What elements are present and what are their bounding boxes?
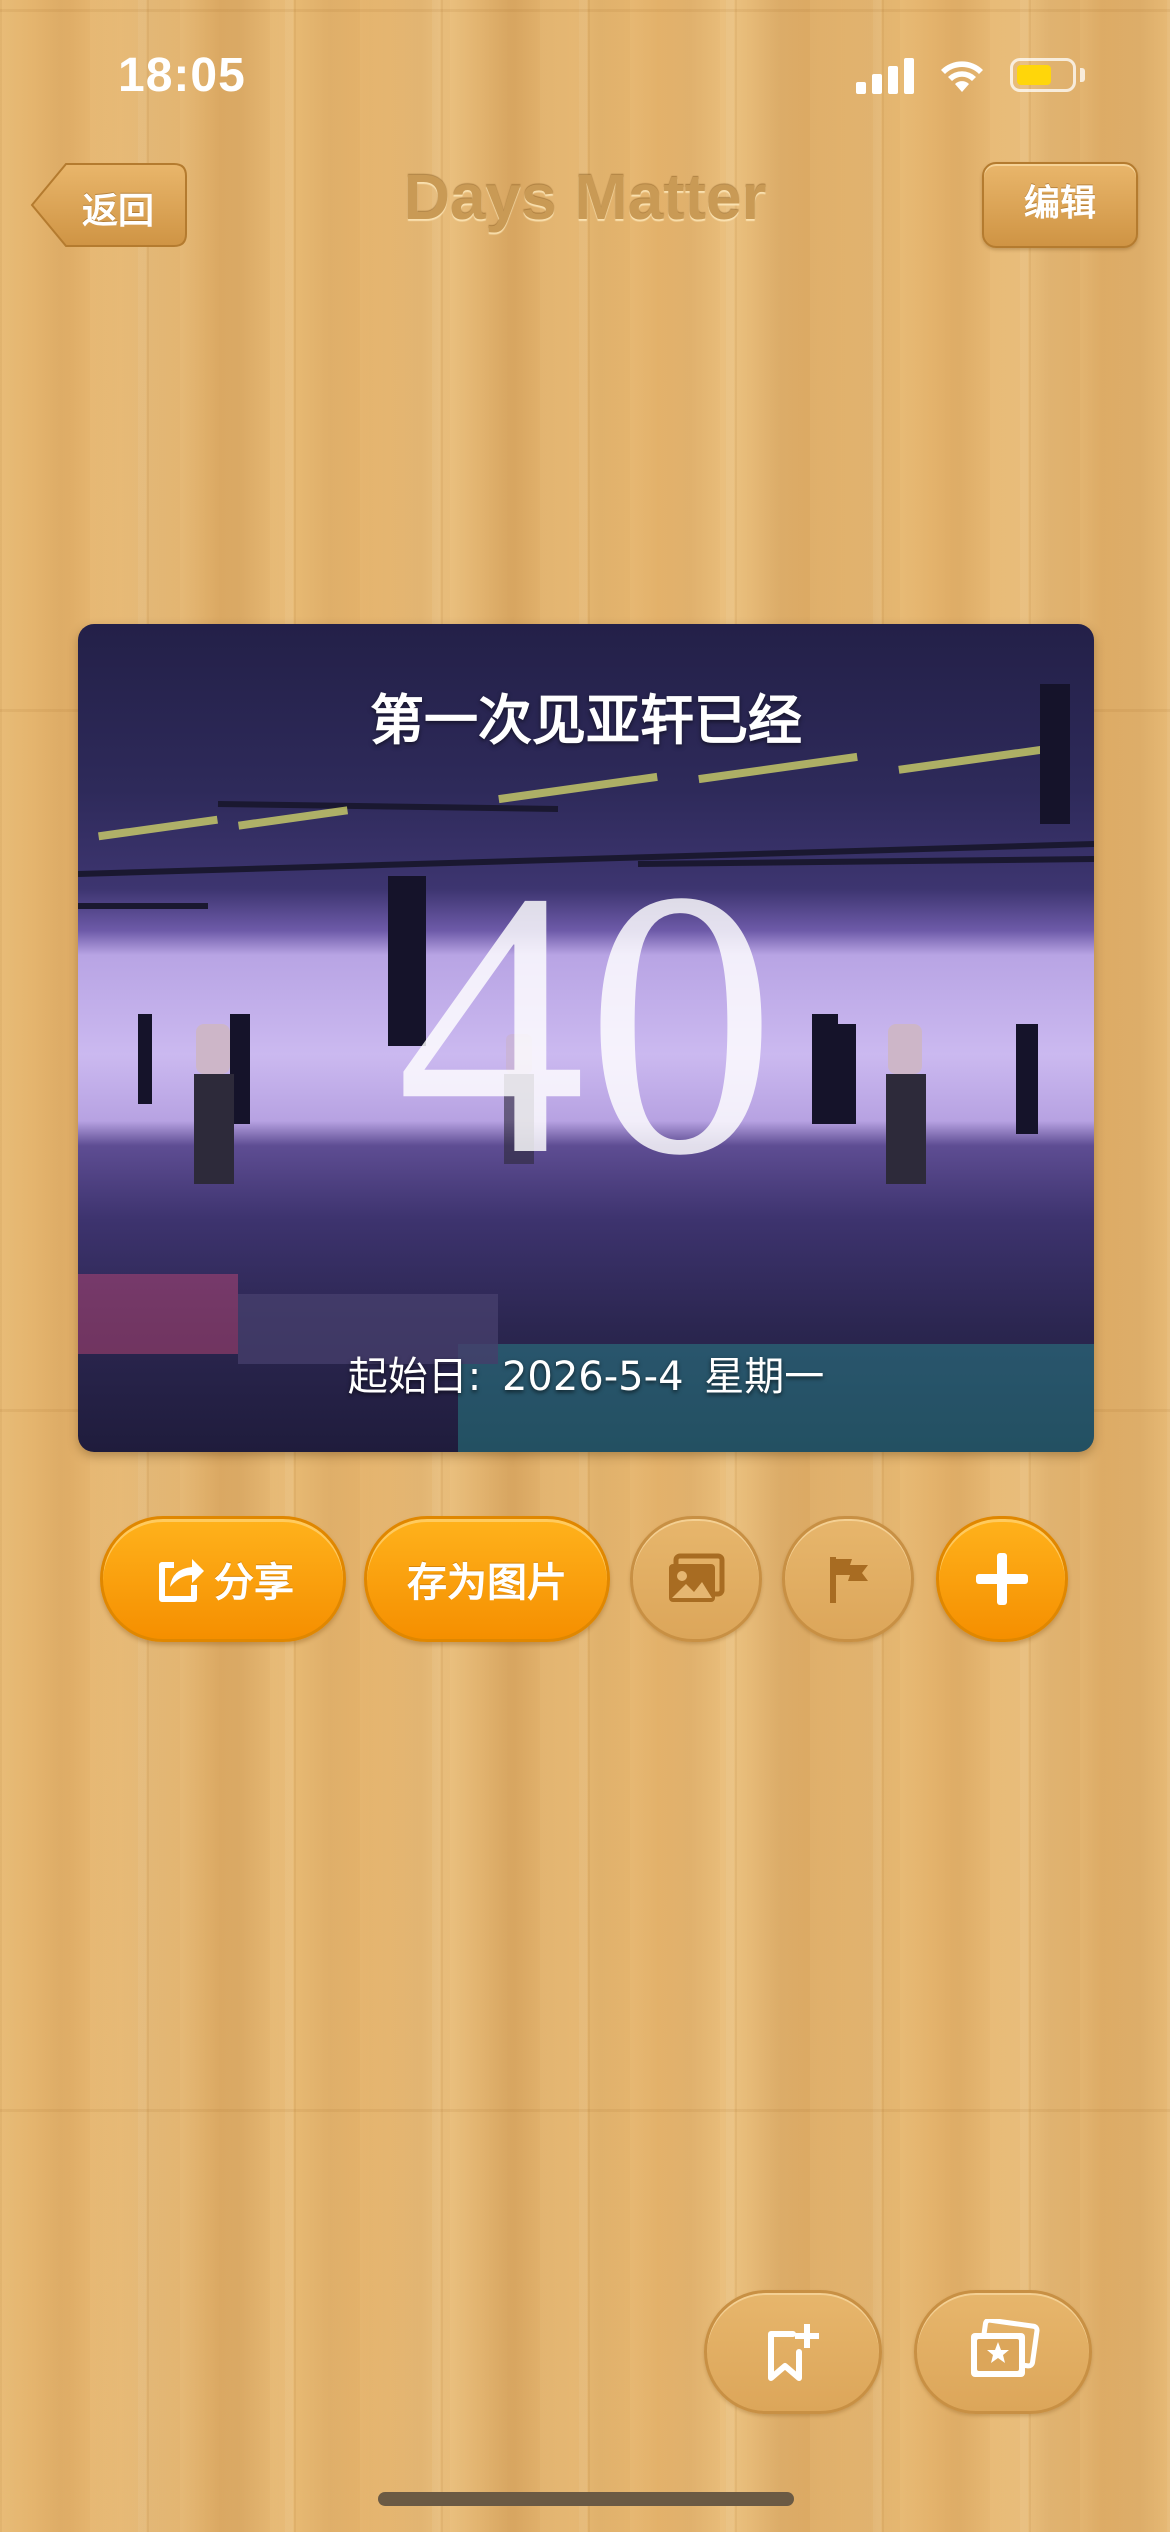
photo-cards-button[interactable]: [914, 2290, 1092, 2414]
days-count: 40: [396, 813, 776, 1234]
share-label: 分享: [214, 1560, 294, 1606]
plus-icon: [976, 1553, 1028, 1605]
status-time: 18:05: [118, 49, 246, 102]
start-date-label: 起始日:: [347, 1354, 482, 1400]
countdown-card[interactable]: 第一次见亚轩已经 40 起始日: 2026-5-4 星期一: [78, 624, 1094, 1452]
add-button[interactable]: [936, 1516, 1068, 1642]
event-title: 第一次见亚轩已经: [370, 689, 802, 752]
save-image-label: 存为图片: [407, 1560, 567, 1606]
share-button[interactable]: 分享: [100, 1516, 346, 1642]
battery-icon: [1010, 58, 1076, 92]
share-icon: [159, 1559, 204, 1602]
flag-button[interactable]: [782, 1516, 914, 1642]
background-image-button[interactable]: [630, 1516, 762, 1642]
add-bookmark-button[interactable]: [704, 2290, 882, 2414]
bookmark-add-icon: [768, 2324, 819, 2381]
home-indicator[interactable]: [378, 2492, 794, 2506]
cellular-signal-icon: [856, 58, 914, 94]
edit-button[interactable]: 编辑: [982, 162, 1138, 248]
photo-card-icon: [971, 2319, 1040, 2377]
save-image-button[interactable]: 存为图片: [364, 1516, 610, 1642]
wifi-icon: [941, 61, 983, 92]
battery-tip: [1080, 68, 1085, 82]
image-icon: [669, 1553, 725, 1602]
start-weekday: 星期一: [704, 1354, 825, 1400]
start-date-value: 2026-5-4: [501, 1354, 684, 1400]
start-date-line: 起始日: 2026-5-4 星期一: [78, 1344, 1094, 1402]
flag-icon: [830, 1557, 868, 1603]
